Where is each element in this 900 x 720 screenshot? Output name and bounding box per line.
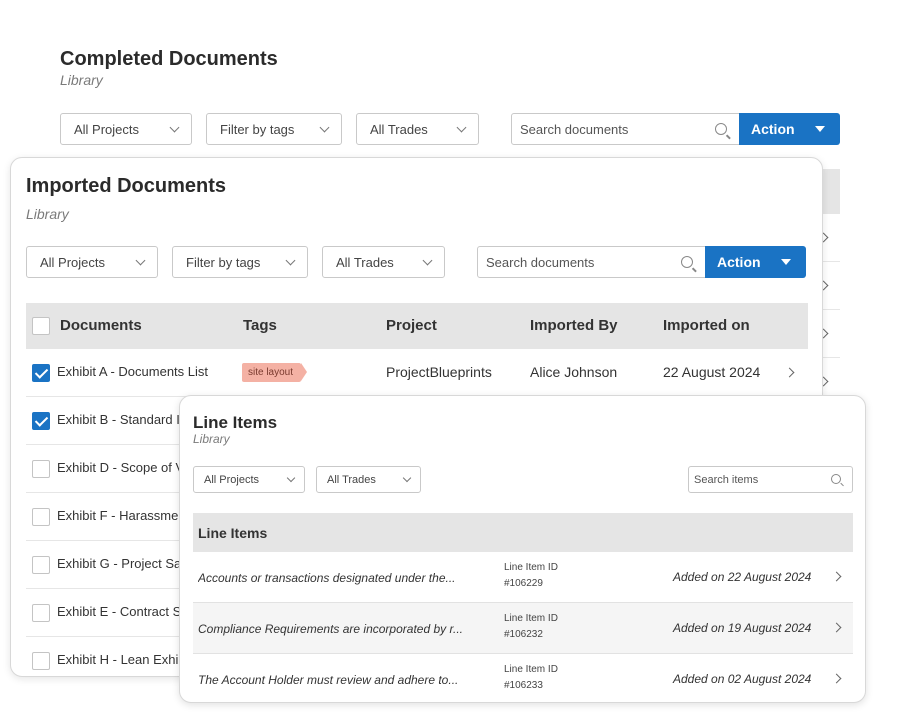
document-name[interactable]: Exhibit F - Harassme — [57, 508, 178, 523]
line-items-panel: Line Items Library All Projects All Trad… — [179, 395, 866, 703]
table-header: Line Items — [193, 513, 853, 552]
row-checkbox[interactable] — [32, 412, 50, 430]
action-button-label: Action — [717, 254, 761, 270]
action-button[interactable]: Action — [739, 113, 840, 145]
search-input[interactable]: Search documents — [511, 113, 740, 145]
row-checkbox[interactable] — [32, 364, 50, 382]
project-name: ProjectBlueprints — [386, 364, 492, 380]
action-button[interactable]: Action — [705, 246, 806, 278]
document-name[interactable]: Exhibit E - Contract S — [57, 604, 181, 619]
line-item-description: Accounts or transactions designated unde… — [198, 571, 456, 585]
table-row[interactable]: Exhibit A - Documents List site layout P… — [26, 349, 808, 397]
projects-dropdown-label: All Projects — [40, 254, 106, 270]
column-imported-on[interactable]: Imported on — [663, 317, 750, 334]
tags-dropdown[interactable]: Filter by tags — [172, 246, 308, 278]
document-name[interactable]: Exhibit G - Project Sa — [57, 556, 181, 571]
column-line-items: Line Items — [198, 525, 268, 541]
tags-dropdown-label: Filter by tags — [186, 254, 261, 270]
chevron-down-icon — [319, 122, 330, 133]
chevron-down-icon — [402, 473, 412, 483]
projects-dropdown[interactable]: All Projects — [60, 113, 192, 145]
caret-down-icon — [815, 126, 825, 132]
panel-subtitle: Library — [26, 206, 69, 222]
document-name[interactable]: Exhibit A - Documents List — [57, 364, 208, 379]
search-icon — [715, 123, 727, 135]
document-name[interactable]: Exhibit D - Scope of V — [57, 460, 184, 475]
panel-title: Line Items — [193, 413, 278, 432]
list-item[interactable]: Accounts or transactions designated unde… — [193, 552, 853, 603]
projects-dropdown-label: All Projects — [74, 121, 140, 137]
line-item-id-label: Line Item ID — [504, 562, 558, 573]
page-title: Completed Documents — [60, 48, 278, 70]
row-checkbox[interactable] — [32, 604, 50, 622]
column-documents[interactable]: Documents — [60, 317, 142, 334]
tags-dropdown[interactable]: Filter by tags — [206, 113, 342, 145]
list-item[interactable]: The Account Holder must review and adher… — [193, 654, 853, 702]
panel-subtitle: Library — [193, 432, 230, 446]
chevron-down-icon — [456, 122, 467, 133]
trades-dropdown-label: All Trades — [327, 473, 376, 486]
tags-dropdown-label: Filter by tags — [220, 121, 295, 137]
line-item-id: #106232 — [504, 629, 543, 640]
select-all-checkbox[interactable] — [32, 317, 50, 335]
chevron-down-icon — [422, 255, 433, 266]
row-checkbox[interactable] — [32, 460, 50, 478]
row-checkbox[interactable] — [32, 556, 50, 574]
chevron-down-icon — [169, 122, 180, 133]
search-input[interactable]: Search items — [688, 466, 853, 493]
chevron-down-icon — [286, 473, 296, 483]
added-date: Added on 19 August 2024 — [673, 621, 812, 635]
added-date: Added on 22 August 2024 — [673, 570, 812, 584]
panel-title: Imported Documents — [26, 175, 227, 197]
line-item-description: Compliance Requirements are incorporated… — [198, 622, 464, 636]
projects-dropdown[interactable]: All Projects — [193, 466, 305, 493]
chevron-down-icon — [285, 255, 296, 266]
line-item-id-label: Line Item ID — [504, 664, 558, 675]
search-icon — [681, 256, 693, 268]
list-item[interactable]: Compliance Requirements are incorporated… — [193, 603, 853, 654]
chevron-right-icon[interactable] — [784, 367, 795, 378]
line-item-id-label: Line Item ID — [504, 613, 558, 624]
search-placeholder: Search items — [694, 473, 759, 486]
column-imported-by[interactable]: Imported By — [530, 317, 618, 334]
document-name[interactable]: Exhibit H - Lean Exhil — [57, 652, 181, 667]
search-input[interactable]: Search documents — [477, 246, 706, 278]
document-name[interactable]: Exhibit B - Standard I — [57, 412, 180, 427]
line-item-description: The Account Holder must review and adher… — [198, 673, 459, 687]
projects-dropdown-label: All Projects — [204, 473, 260, 486]
trades-dropdown-label: All Trades — [336, 254, 394, 270]
line-item-id: #106229 — [504, 578, 543, 589]
table-header: Documents Tags Project Imported By Impor… — [26, 303, 808, 349]
trades-dropdown[interactable]: All Trades — [322, 246, 445, 278]
chevron-right-icon[interactable] — [831, 571, 842, 582]
tag-badge: site layout — [242, 363, 308, 382]
projects-dropdown[interactable]: All Projects — [26, 246, 158, 278]
trades-dropdown[interactable]: All Trades — [316, 466, 421, 493]
trades-dropdown-label: All Trades — [370, 121, 428, 137]
search-icon — [831, 474, 841, 484]
column-tags[interactable]: Tags — [243, 317, 277, 334]
action-button-label: Action — [751, 121, 795, 137]
search-placeholder: Search documents — [486, 254, 595, 270]
chevron-down-icon — [135, 255, 146, 266]
chevron-right-icon[interactable] — [831, 622, 842, 633]
added-date: Added on 02 August 2024 — [673, 672, 812, 686]
imported-by: Alice Johnson — [530, 364, 618, 380]
column-project[interactable]: Project — [386, 317, 437, 334]
caret-down-icon — [781, 259, 791, 265]
chevron-right-icon[interactable] — [831, 673, 842, 684]
row-checkbox[interactable] — [32, 508, 50, 526]
search-placeholder: Search documents — [520, 121, 629, 137]
trades-dropdown[interactable]: All Trades — [356, 113, 479, 145]
line-item-id: #106233 — [504, 680, 543, 691]
page-subtitle: Library — [60, 72, 103, 88]
imported-on: 22 August 2024 — [663, 364, 761, 380]
row-checkbox[interactable] — [32, 652, 50, 670]
